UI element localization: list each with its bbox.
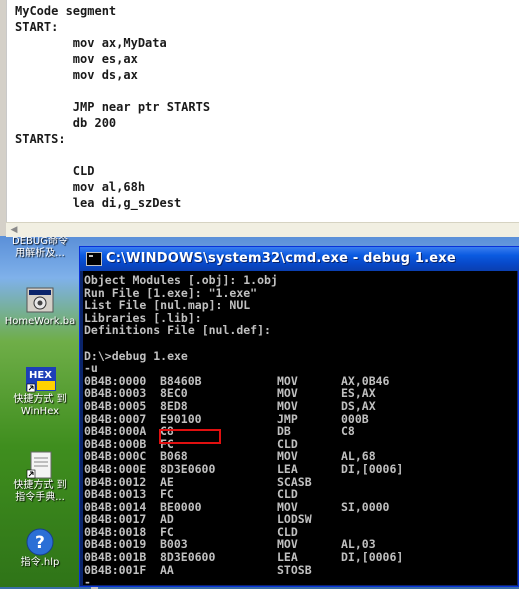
cmd-title-bar[interactable]: C:\WINDOWS\system32\cmd.exe - debug 1.ex… <box>80 247 519 271</box>
desktop-icon-help-file[interactable]: ? 指令.hlp <box>2 527 78 569</box>
disasm-row: 0B4B:0005 8ED8 MOV DS,AX <box>84 400 461 413</box>
code-editor-pane[interactable]: MyCode segment START: mov ax,MyData mov e… <box>6 0 519 222</box>
desktop-icon-debug-doc[interactable]: DEBUG命令 用解析及... <box>2 236 78 260</box>
disasm-address: 0B4B:001B <box>84 550 147 565</box>
disasm-bytes: AE <box>160 474 174 489</box>
disasm-row: 0B4B:0013 FC CLD <box>84 488 461 501</box>
disasm-mnemonic: STOSB <box>277 562 312 577</box>
code-line[interactable]: CLD <box>15 163 210 179</box>
disasm-row: 0B4B:001B 8D3E0600 LEA DI,[0006] <box>84 551 461 564</box>
desktop-icon-label: 快捷方式 到 指令手典... <box>13 480 67 503</box>
disasm-bytes: AA <box>160 562 174 577</box>
desktop-icon-label: 快捷方式 到 WinHex <box>13 394 67 417</box>
disasm-operands: SI,0000 <box>341 499 390 514</box>
console-line: D:\>debug 1.exe <box>84 348 188 363</box>
code-line[interactable] <box>15 83 210 99</box>
disasm-address: 0B4B:000A <box>84 424 147 439</box>
disasm-address: 0B4B:0013 <box>84 487 147 502</box>
disasm-bytes: FC <box>160 487 174 502</box>
batch-file-icon <box>25 286 55 316</box>
desktop-icon-winhex-shortcut[interactable]: HEX 快捷方式 到 WinHex <box>2 364 78 418</box>
code-line[interactable]: mov ds,ax <box>15 67 210 83</box>
desktop-icon-label: DEBUG命令 用解析及... <box>12 236 68 259</box>
console-line: -u <box>84 361 98 376</box>
cmd-window[interactable]: C:\WINDOWS\system32\cmd.exe - debug 1.ex… <box>79 246 519 589</box>
console-output: Object Modules [.obj]: 1.obj Run File [1.… <box>84 274 461 589</box>
disasm-row: 0B4B:000E 8D3E0600 LEA DI,[0006] <box>84 463 461 476</box>
disasm-bytes: 8D3E0600 <box>160 550 216 565</box>
console-icon[interactable] <box>86 252 102 266</box>
disasm-operands: C8 <box>341 424 355 439</box>
cmd-window-title: C:\WINDOWS\system32\cmd.exe - debug 1.ex… <box>106 251 456 266</box>
code-line[interactable]: MyCode segment <box>15 3 210 19</box>
code-line[interactable]: lea di,g_szDest <box>15 195 210 211</box>
console-line: Object Modules [.obj]: 1.obj <box>84 273 278 287</box>
code-line[interactable]: JMP near ptr STARTS <box>15 99 210 115</box>
disasm-address: 0B4B:0017 <box>84 512 147 527</box>
disasm-row: 0B4B:000A C8 DB C8 <box>84 425 461 438</box>
disasm-address: 0B4B:0005 <box>84 398 147 413</box>
help-icon: ? <box>25 527 55 557</box>
code-line[interactable]: mov es,ax <box>15 51 210 67</box>
disasm-mnemonic: DB <box>277 424 291 439</box>
code-line[interactable] <box>15 147 210 163</box>
desktop-icon-homework-bat[interactable]: HomeWork.ba <box>2 286 78 328</box>
disasm-mnemonic: CLD <box>277 487 298 502</box>
disasm-operands: DI,[0006] <box>341 461 404 476</box>
disasm-operands: DS,AX <box>341 398 376 413</box>
disasm-bytes: BE0000 <box>160 499 202 514</box>
console-line: List File [nul.map]: NUL <box>84 298 251 313</box>
disasm-bytes: 8ED8 <box>160 398 188 413</box>
desktop-icon-manual-shortcut[interactable]: 快捷方式 到 指令手典... <box>2 450 78 504</box>
disasm-address: 0B4B:000E <box>84 461 147 476</box>
desktop-icon-label: 指令.hlp <box>20 557 60 568</box>
code-line[interactable]: STARTS: <box>15 131 210 147</box>
disasm-row: 0B4B:001F AA STOSB <box>84 564 461 577</box>
svg-text:?: ? <box>35 533 45 553</box>
winhex-icon: HEX <box>25 364 56 394</box>
console-line: Definitions File [nul.def]: <box>84 323 271 338</box>
svg-text:HEX: HEX <box>29 370 52 381</box>
code-line[interactable]: START: <box>15 19 210 35</box>
disasm-bytes: E90100 <box>160 411 202 426</box>
desktop-icon-label: HomeWork.ba <box>4 316 76 327</box>
console-area[interactable]: Object Modules [.obj]: 1.obj Run File [1.… <box>83 271 517 589</box>
disasm-mnemonic: LEA <box>277 550 298 565</box>
source-code[interactable]: MyCode segment START: mov ax,MyData mov e… <box>15 3 210 211</box>
code-line[interactable]: mov ax,MyData <box>15 35 210 51</box>
disasm-bytes: AD <box>160 512 174 527</box>
horizontal-scrollbar[interactable]: ◀ <box>6 222 519 237</box>
disasm-mnemonic: LODSW <box>277 512 312 527</box>
code-line[interactable]: db 200 <box>15 115 210 131</box>
document-shortcut-icon <box>25 450 55 480</box>
scroll-left-arrow-icon[interactable]: ◀ <box>8 224 20 236</box>
code-line[interactable]: mov al,68h <box>15 179 210 195</box>
code-editor-window: MyCode segment START: mov ax,MyData mov e… <box>0 0 519 237</box>
disasm-bytes: 8D3E0600 <box>160 461 216 476</box>
disasm-row: 0B4B:0017 AD LODSW <box>84 513 461 526</box>
disasm-operands: DI,[0006] <box>341 550 404 565</box>
disasm-mnemonic: MOV <box>277 398 298 413</box>
jmp-bytes-highlight-box <box>159 429 221 444</box>
disasm-address: 0B4B:001F <box>84 562 147 577</box>
disasm-mnemonic: LEA <box>277 461 298 476</box>
disasm-operands: 000B <box>341 411 369 426</box>
